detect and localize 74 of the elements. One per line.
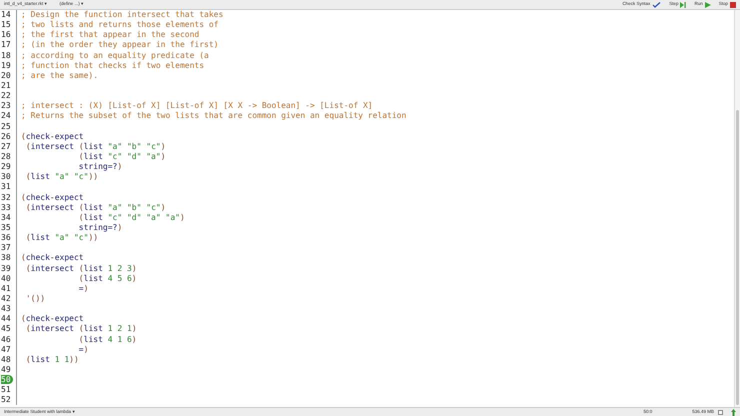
code-line: (check-expect <box>20 132 84 142</box>
code-line: (check-expect <box>20 314 84 324</box>
code-line: (list 4 5 6) <box>78 274 137 284</box>
code-comment: ; intersect : (X) [List-of X] [List-of X] [X X -> Boolean] -> [List-of X] <box>20 101 373 112</box>
line-number: 49 <box>1 364 11 374</box>
code-comment: ; function that checks if two elements <box>20 60 204 71</box>
check-icon <box>652 2 662 8</box>
code-line: (list "c" "d" "a" "a") <box>78 212 185 223</box>
line-number: 24 <box>1 111 11 120</box>
line-number: 19 <box>1 60 11 70</box>
code-line: (check-expect <box>20 253 84 264</box>
line-number: 18 <box>1 50 11 60</box>
code-comment: ; (in the order they appear in the first) <box>20 40 218 51</box>
code-comment: ; Design the function intersect that takes <box>20 10 224 20</box>
code-line: (list 1 1)) <box>24 354 79 365</box>
line-number: 52 <box>1 395 11 404</box>
line-number: 31 <box>1 182 11 192</box>
stop-icon <box>730 2 736 8</box>
code-line: (list "a" "c")) <box>24 233 98 244</box>
code-line: (check-expect <box>20 192 84 203</box>
code-line: string=?) <box>78 162 122 172</box>
code-comment: ; are the same). <box>20 70 98 81</box>
line-number: 45 <box>1 324 11 334</box>
scrollbar[interactable] <box>734 10 740 407</box>
line-number: 26 <box>1 132 11 141</box>
line-number: 33 <box>1 202 11 212</box>
line-number: 23 <box>1 101 11 110</box>
line-number: 40 <box>1 274 11 283</box>
play-icon <box>704 2 711 8</box>
line-number: 20 <box>1 70 11 80</box>
line-number: 48 <box>1 354 11 364</box>
code-line: (intersect (list 1 2 1) <box>24 324 137 334</box>
line-number: 44 <box>1 314 11 324</box>
code-line: (list 4 1 6) <box>78 334 137 345</box>
line-number: 47 <box>1 344 11 354</box>
code-line: =) <box>78 284 88 294</box>
line-number: 16 <box>1 30 11 40</box>
line-number: 21 <box>1 80 11 90</box>
line-number: 17 <box>1 40 11 50</box>
code-line: (list "c" "d" "a") <box>78 152 166 162</box>
code-line: (list "a" "c")) <box>24 172 98 182</box>
line-number: 36 <box>1 233 11 242</box>
line-number: 27 <box>1 142 11 151</box>
line-number: 37 <box>1 243 11 252</box>
step-icon <box>680 2 686 8</box>
line-number: 35 <box>1 222 11 232</box>
line-number: 15 <box>1 20 11 30</box>
line-number: 38 <box>1 253 11 262</box>
code-line: =) <box>78 344 88 355</box>
code-line: '()) <box>24 294 46 304</box>
code-comment: ; two lists and returns those elements of <box>20 20 218 30</box>
line-number: 51 <box>1 385 11 394</box>
code-line: string=?) <box>78 222 122 234</box>
line-number: 41 <box>1 284 11 293</box>
code-line: (intersect (list "a" "b" "c") <box>24 142 166 152</box>
line-number: 22 <box>1 91 11 100</box>
line-number: 34 <box>1 212 11 222</box>
line-number: 29 <box>1 162 11 172</box>
line-number: 50 <box>1 375 13 384</box>
line-number: 30 <box>1 172 11 182</box>
line-number: 43 <box>1 304 11 314</box>
line-number: 14 <box>1 10 11 19</box>
line-number: 39 <box>1 264 11 273</box>
code-line: (intersect (list 1 2 3) <box>24 264 137 274</box>
line-number: 42 <box>1 294 11 303</box>
line-number: 25 <box>1 122 11 131</box>
code-comment: ; Returns the subset of the two lists that are common given an equality relation <box>20 111 406 122</box>
line-number: 32 <box>1 192 11 202</box>
code-comment: ; the first that appear in the second <box>20 30 200 40</box>
line-number: 28 <box>1 152 11 161</box>
line-number: 46 <box>1 334 11 344</box>
checkbox[interactable] <box>718 410 723 414</box>
code-line: (intersect (list "a" "b" "c") <box>24 202 166 213</box>
code-comment: ; according to an equality predicate (a <box>20 50 209 61</box>
